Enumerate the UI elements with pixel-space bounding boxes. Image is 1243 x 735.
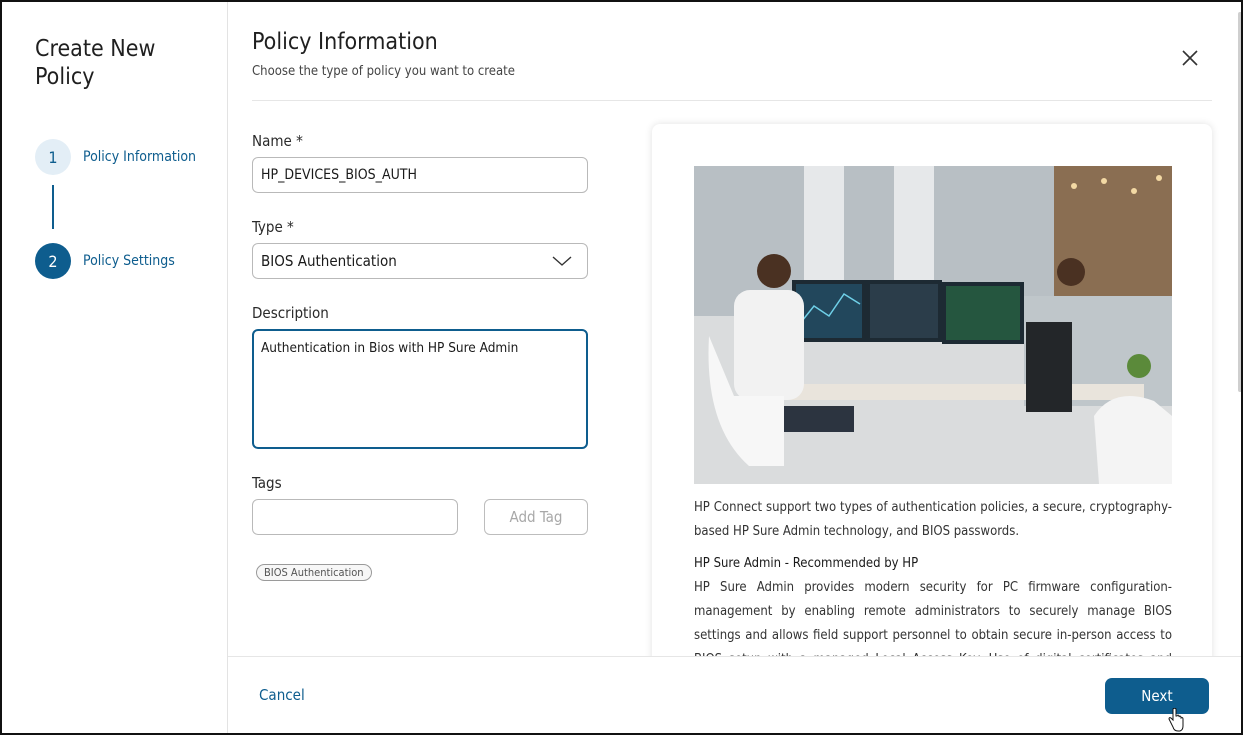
wizard-title: Create New Policy <box>35 36 156 90</box>
name-label: Name * <box>252 132 303 150</box>
info-intro: HP Connect support two types of authenti… <box>694 500 1172 539</box>
description-textarea[interactable]: Authentication in Bios with HP Sure Admi… <box>252 329 588 449</box>
close-icon <box>1182 50 1198 66</box>
tag-chip[interactable]: BIOS Authentication <box>256 564 372 581</box>
name-input[interactable]: HP_DEVICES_BIOS_AUTH <box>252 157 588 193</box>
wizard-sidebar: Create New Policy 1 Policy Information 2… <box>2 2 228 733</box>
add-tag-button[interactable]: Add Tag <box>484 499 588 535</box>
page-subtitle: Choose the type of policy you want to cr… <box>252 64 515 79</box>
info-heading: HP Sure Admin - Recommended by HP <box>694 556 919 571</box>
office-photo <box>694 166 1172 484</box>
chevron-down-icon <box>552 256 572 266</box>
step-policy-information[interactable]: 1 Policy Information <box>35 139 196 175</box>
main-panel: Policy Information Choose the type of po… <box>228 2 1241 733</box>
type-select[interactable]: BIOS Authentication <box>252 243 588 279</box>
scrollbar[interactable] <box>1238 12 1241 392</box>
description-value: Authentication in Bios with HP Sure Admi… <box>261 340 519 356</box>
tags-label: Tags <box>252 474 282 492</box>
page-title: Policy Information <box>252 29 438 55</box>
header-divider <box>252 100 1212 101</box>
hand-pointer-icon <box>1168 708 1184 732</box>
footer-bar: Cancel Next <box>228 656 1241 733</box>
close-button[interactable] <box>1178 46 1202 70</box>
description-label: Description <box>252 304 329 322</box>
cancel-button[interactable]: Cancel <box>259 686 305 704</box>
info-card: HP Connect support two types of authenti… <box>652 124 1212 733</box>
step-connector <box>52 185 54 229</box>
name-value: HP_DEVICES_BIOS_AUTH <box>261 167 417 183</box>
step-label: Policy Settings <box>83 253 175 269</box>
next-button[interactable]: Next <box>1105 678 1209 714</box>
type-label: Type * <box>252 218 294 236</box>
step-policy-settings[interactable]: 2 Policy Settings <box>35 243 175 279</box>
step-label: Policy Information <box>83 149 197 165</box>
type-value: BIOS Authentication <box>261 252 397 270</box>
step-number: 1 <box>35 139 71 175</box>
dialog-window: Create New Policy 1 Policy Information 2… <box>0 0 1243 735</box>
tags-input[interactable] <box>252 499 458 535</box>
office-photo-illustration <box>694 166 1172 484</box>
step-number: 2 <box>35 243 71 279</box>
